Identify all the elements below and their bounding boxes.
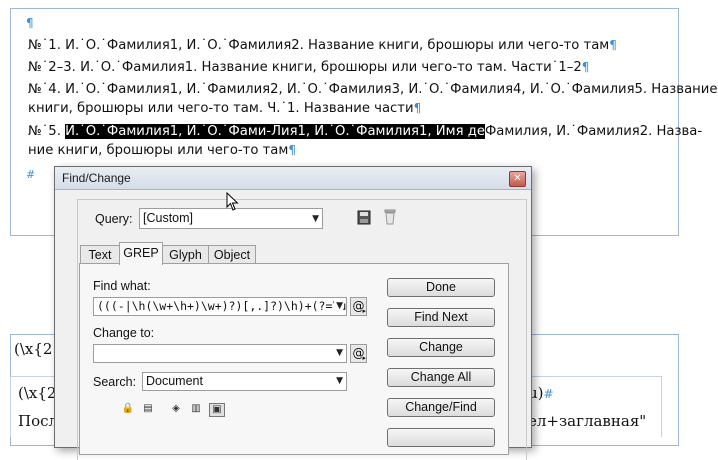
doc-line-5-pre: №˙5.: [28, 124, 66, 139]
doc-line-4-text: книги, брошюры или чего-то там. Ч.˙1. На…: [28, 101, 414, 116]
doc-line-1-text: №˙1. И.˙О.˙Фамилия1, И.˙О.˙Фамилия2. Наз…: [28, 38, 610, 53]
dialog-titlebar[interactable]: Find/Change ✕: [55, 167, 531, 190]
doc-line-1[interactable]: №˙1. И.˙О.˙Фамилия1, И.˙О.˙Фамилия2. Наз…: [28, 37, 617, 54]
find-what-label: Find what:: [93, 279, 151, 293]
close-button[interactable]: ✕: [509, 171, 526, 187]
change-all-button[interactable]: Change All: [387, 368, 495, 387]
chevron-down-icon: ▼: [312, 214, 319, 224]
doc-line-4-end: ¶: [413, 101, 422, 115]
tab-glyph[interactable]: Glyph: [162, 245, 209, 264]
close-icon: ✕: [513, 173, 522, 184]
mouse-cursor-icon: [226, 192, 239, 211]
search-scope-select[interactable]: Document ▼: [142, 372, 347, 391]
doc-line-2-text: №˙2–3. И.˙О.˙Фамилия1. Название книги, б…: [28, 60, 582, 75]
change-to-label: Change to:: [93, 326, 155, 340]
tab-object[interactable]: Object: [208, 245, 256, 264]
change-button[interactable]: Change: [387, 338, 495, 357]
pilcrow-top: ¶: [26, 16, 34, 30]
find-change-dialog[interactable]: Find/Change ✕ Query: [Custom] ▼ Text GRE…: [54, 166, 532, 460]
doc-line-2-end: ¶: [581, 60, 590, 74]
doc-line-6[interactable]: ние книги, брошюры или чего-то там¶: [28, 142, 296, 159]
include-master-pages-icon[interactable]: ▥: [189, 403, 203, 415]
chevron-down-icon-change: ▼: [336, 348, 343, 358]
triangle-right-icon-2: ▸: [362, 354, 366, 362]
find-what-field[interactable]: (((-|\h(\w+\h+)\w+)?)[,.]?)\h)+(?=\u) ▼: [93, 297, 347, 316]
doc-line-6-text: ние книги, брошюры или чего-то там: [28, 143, 289, 158]
doc-line-1-end: ¶: [609, 38, 617, 52]
change-to-field[interactable]: ▼: [93, 344, 347, 363]
tab-grep[interactable]: GREP: [119, 242, 163, 265]
find-next-button[interactable]: Find Next: [387, 308, 495, 327]
search-label: Search:: [93, 375, 137, 389]
selected-text[interactable]: И.˙О.˙Фамилия1, И.˙О.˙Фами-Лия1, И.˙О.˙Ф…: [65, 124, 485, 139]
search-scope-value: Document: [146, 374, 203, 388]
end-of-story-mark: #: [26, 168, 36, 181]
trash-icon: [384, 209, 396, 225]
doc-line-4[interactable]: книги, брошюры или чего-то там. Ч.˙1. На…: [28, 100, 421, 117]
change-special-chars-button[interactable]: @ ▸: [350, 344, 367, 363]
chevron-down-icon-search: ▼: [336, 376, 343, 386]
done-button[interactable]: Done: [387, 278, 495, 297]
include-locked-layers-icon[interactable]: 🔒: [121, 403, 135, 415]
doc-line-3-text: №˙4. И.˙О.˙Фамилия1, И.˙Фамилия2, И.˙О.˙…: [28, 82, 718, 97]
include-hidden-layers-icon[interactable]: ◈: [169, 403, 183, 415]
doc-line-6-end: ¶: [288, 143, 296, 157]
include-footnotes-icon[interactable]: ▣: [209, 403, 225, 417]
triangle-right-icon: ▸: [362, 307, 366, 315]
chevron-down-icon-find: ▼: [334, 298, 343, 315]
include-locked-stories-icon[interactable]: ▤: [141, 403, 155, 415]
doc-line-5[interactable]: №˙5. И.˙О.˙Фамилия1, И.˙О.˙Фами-Лия1, И.…: [28, 123, 702, 140]
query-label: Query:: [95, 212, 133, 226]
tab-text[interactable]: Text: [80, 245, 120, 264]
delete-query-button[interactable]: [383, 209, 397, 229]
dialog-title: Find/Change: [62, 171, 131, 185]
save-query-button[interactable]: [357, 210, 371, 229]
doc-line-2[interactable]: №˙2–3. И.˙О.˙Фамилия1. Название книги, б…: [28, 59, 589, 76]
lower-hash: #: [543, 387, 554, 401]
lower-text-2: (\x{2: [18, 384, 57, 402]
lower-text-3-right: ел+заглавная": [528, 412, 647, 430]
lower-text-3: Посл: [18, 412, 59, 430]
find-special-chars-button[interactable]: @ ▸: [350, 297, 367, 316]
find-what-value: (((-|\h(\w+\h+)\w+)?)[,.]?)\h)+(?=\u): [97, 299, 347, 313]
more-options-button[interactable]: [387, 428, 495, 447]
query-value: [Custom]: [143, 211, 194, 225]
change-find-button[interactable]: Change/Find: [387, 398, 495, 417]
doc-line-5-post: Фамилия, И.˙Фамилия2. Назва-: [484, 124, 703, 139]
floppy-disk-icon: [357, 210, 371, 225]
doc-line-3[interactable]: №˙4. И.˙О.˙Фамилия1, И.˙Фамилия2, И.˙О.˙…: [28, 81, 717, 98]
